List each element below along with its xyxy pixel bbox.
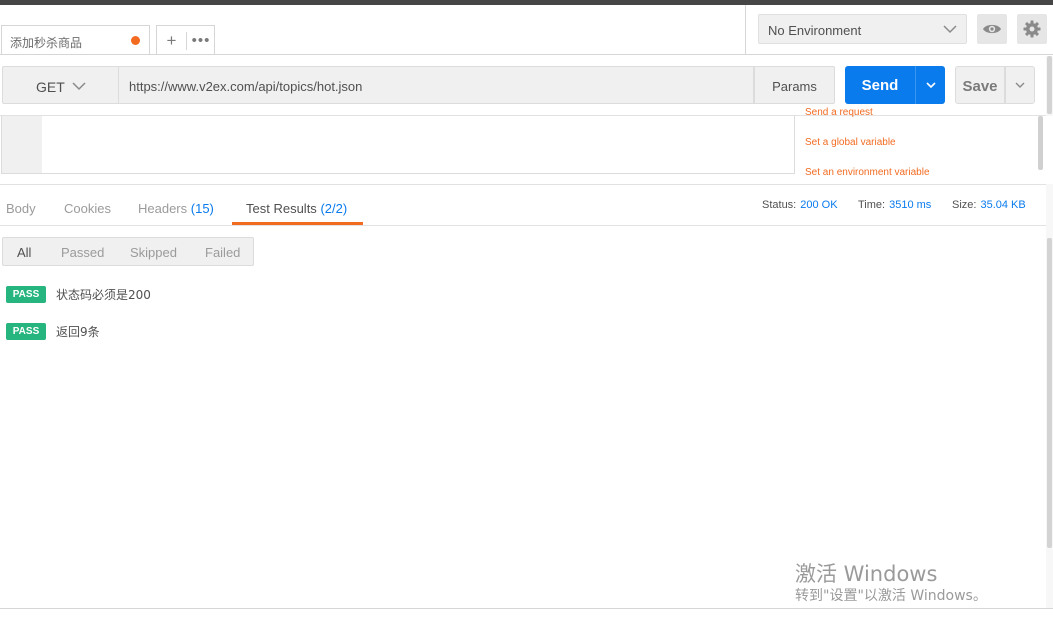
test-filter-group: All Passed Skipped Failed	[2, 237, 254, 266]
tab-cookies[interactable]: Cookies	[64, 201, 111, 216]
new-tab-button[interactable]: +	[157, 26, 186, 55]
tab-headers-label: Headers	[138, 201, 188, 216]
tab-test-results-count: (2/2)	[320, 201, 348, 216]
activation-watermark-subtitle: 转到"设置"以激活 Windows。	[795, 588, 987, 604]
snippet-link[interactable]: Set an environment variable	[805, 167, 930, 178]
params-button[interactable]: Params	[754, 66, 835, 104]
send-label: Send	[861, 77, 899, 94]
tab-body-label: Body	[6, 201, 36, 216]
time-label: Time:	[858, 199, 886, 211]
time-info: Time: 3510 ms	[858, 199, 931, 211]
url-input[interactable]: https://www.v2ex.com/api/topics/hot.json	[118, 66, 754, 104]
tab-actions: + •••	[156, 25, 215, 55]
divider	[0, 225, 1046, 226]
test-name: 返回9条	[56, 325, 100, 339]
more-tabs-button[interactable]: •••	[187, 26, 215, 55]
test-name: 状态码必须是200	[56, 288, 151, 302]
status-value: 200 OK	[800, 199, 838, 211]
params-label: Params	[772, 79, 817, 94]
divider	[0, 54, 745, 55]
save-label: Save	[962, 78, 998, 95]
size-info: Size: 35.04 KB	[952, 199, 1026, 211]
save-button[interactable]: Save	[955, 66, 1005, 104]
send-options-button[interactable]	[915, 66, 945, 104]
snippets-list: Send a request Set a global variable Set…	[795, 106, 1039, 178]
request-tab-title: 添加秒杀商品	[10, 36, 83, 50]
size-label: Size:	[952, 199, 977, 211]
editor-gutter	[2, 116, 42, 173]
scrollbar-thumb[interactable]	[1047, 56, 1052, 114]
settings-button[interactable]	[1017, 14, 1047, 44]
tab-cookies-label: Cookies	[64, 201, 111, 216]
chevron-down-icon	[1015, 82, 1025, 88]
tab-headers-count: (15)	[190, 201, 214, 216]
pass-badge: PASS	[6, 286, 46, 303]
snippet-link[interactable]: Send a request	[805, 107, 873, 118]
divider	[0, 184, 1053, 185]
tab-test-results[interactable]: Test Results (2/2)	[246, 201, 347, 216]
unsaved-dot-icon	[131, 36, 140, 45]
response-scrollbar-thumb[interactable]	[1047, 238, 1052, 548]
chevron-down-icon	[925, 82, 936, 89]
method-label: GET	[36, 79, 65, 95]
filter-skipped[interactable]: Skipped	[130, 245, 177, 260]
save-options-button[interactable]	[1005, 66, 1035, 104]
gear-icon	[1023, 20, 1041, 38]
filter-failed[interactable]: Failed	[205, 245, 240, 260]
tab-headers[interactable]: Headers (15)	[138, 201, 214, 216]
status-bar	[0, 609, 1053, 617]
chevron-down-icon	[72, 82, 86, 91]
tab-test-results-label: Test Results	[246, 201, 317, 216]
method-select[interactable]: GET	[2, 66, 118, 104]
size-value: 35.04 KB	[980, 199, 1026, 211]
send-button[interactable]: Send	[845, 66, 915, 104]
request-tab[interactable]: 添加秒杀商品	[1, 25, 150, 55]
status-label: Status:	[762, 199, 797, 211]
url-value: https://www.v2ex.com/api/topics/hot.json	[129, 79, 363, 94]
tab-body[interactable]: Body	[6, 201, 36, 216]
pass-badge: PASS	[6, 323, 46, 340]
eye-icon	[983, 24, 1001, 34]
status-info: Status: 200 OK	[762, 199, 838, 211]
filter-all[interactable]: All	[17, 245, 31, 260]
time-value: 3510 ms	[889, 199, 932, 211]
snippets-scrollbar[interactable]	[1038, 116, 1043, 170]
activation-watermark-title: 激活 Windows	[795, 562, 938, 586]
chevron-down-icon	[943, 25, 957, 34]
tests-editor[interactable]	[1, 116, 795, 174]
environment-label: No Environment	[768, 23, 862, 38]
filter-passed[interactable]: Passed	[61, 245, 104, 260]
environment-quick-look-button[interactable]	[977, 14, 1007, 44]
snippet-link[interactable]: Set a global variable	[805, 137, 896, 148]
environment-select[interactable]: No Environment	[758, 14, 967, 44]
